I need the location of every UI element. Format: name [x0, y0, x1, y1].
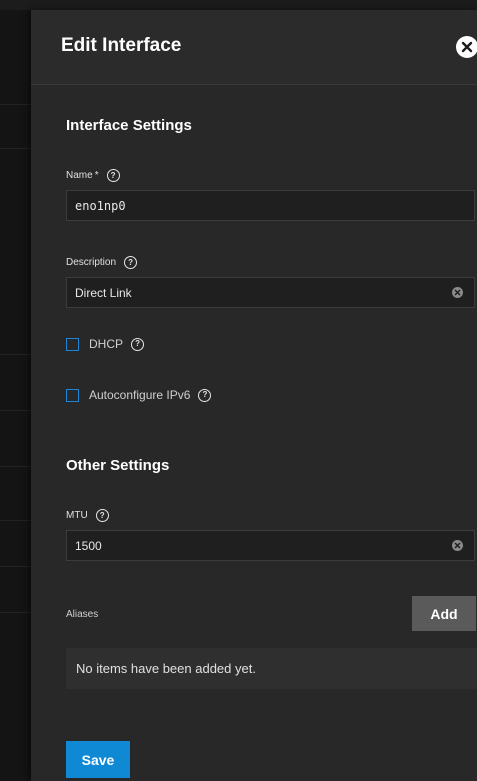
name-label: Name * ?: [66, 169, 120, 182]
ipv6-checkbox[interactable]: [66, 388, 79, 402]
description-input-value: Direct Link: [75, 285, 132, 300]
dhcp-checkbox-row[interactable]: DHCP ?: [66, 337, 145, 351]
help-icon[interactable]: ?: [124, 256, 138, 269]
close-button[interactable]: [456, 36, 477, 58]
mtu-input-value: 1500: [75, 538, 102, 553]
name-input-value: eno1np0: [75, 198, 126, 213]
panel-header: Edit Interface: [31, 10, 477, 85]
ipv6-label: Autoconfigure IPv6: [89, 388, 191, 402]
edit-interface-panel: Edit Interface Interface Settings Name *…: [31, 10, 477, 781]
dhcp-checkbox[interactable]: [66, 337, 79, 351]
backdrop-divider: [0, 354, 32, 355]
save-button[interactable]: Save: [66, 741, 130, 778]
add-alias-button[interactable]: Add: [412, 596, 476, 631]
mtu-label: MTU ?: [66, 509, 109, 522]
aliases-empty-state: No items have been added yet.: [66, 648, 477, 689]
app-topbar: [0, 0, 477, 10]
description-label: Description ?: [66, 256, 138, 269]
backdrop-divider: [0, 410, 32, 411]
backdrop-divider: [0, 104, 32, 105]
clear-icon[interactable]: [452, 287, 463, 298]
clear-icon[interactable]: [452, 540, 463, 551]
help-icon[interactable]: ?: [95, 509, 109, 522]
name-label-text: Name: [66, 170, 93, 181]
interface-settings-title: Interface Settings: [66, 117, 192, 134]
panel-title: Edit Interface: [61, 35, 182, 56]
backdrop-divider: [0, 466, 32, 467]
help-icon[interactable]: ?: [106, 169, 120, 182]
name-input[interactable]: eno1np0: [66, 190, 475, 221]
mtu-label-text: MTU: [66, 510, 88, 521]
backdrop-divider: [0, 148, 32, 149]
help-icon[interactable]: ?: [198, 388, 212, 402]
description-input[interactable]: Direct Link: [66, 277, 475, 308]
ipv6-checkbox-row[interactable]: Autoconfigure IPv6 ?: [66, 388, 212, 402]
required-marker: *: [94, 170, 99, 181]
mtu-input[interactable]: 1500: [66, 530, 475, 561]
empty-state-text: No items have been added yet.: [76, 661, 256, 676]
description-label-text: Description: [66, 257, 117, 268]
help-icon[interactable]: ?: [131, 337, 145, 351]
backdrop-divider: [0, 520, 32, 521]
backdrop-divider: [0, 566, 32, 567]
dhcp-label: DHCP: [89, 337, 124, 351]
close-icon: [461, 41, 473, 53]
aliases-label: Aliases: [66, 609, 99, 620]
other-settings-title: Other Settings: [66, 457, 170, 474]
backdrop-divider: [0, 612, 32, 613]
